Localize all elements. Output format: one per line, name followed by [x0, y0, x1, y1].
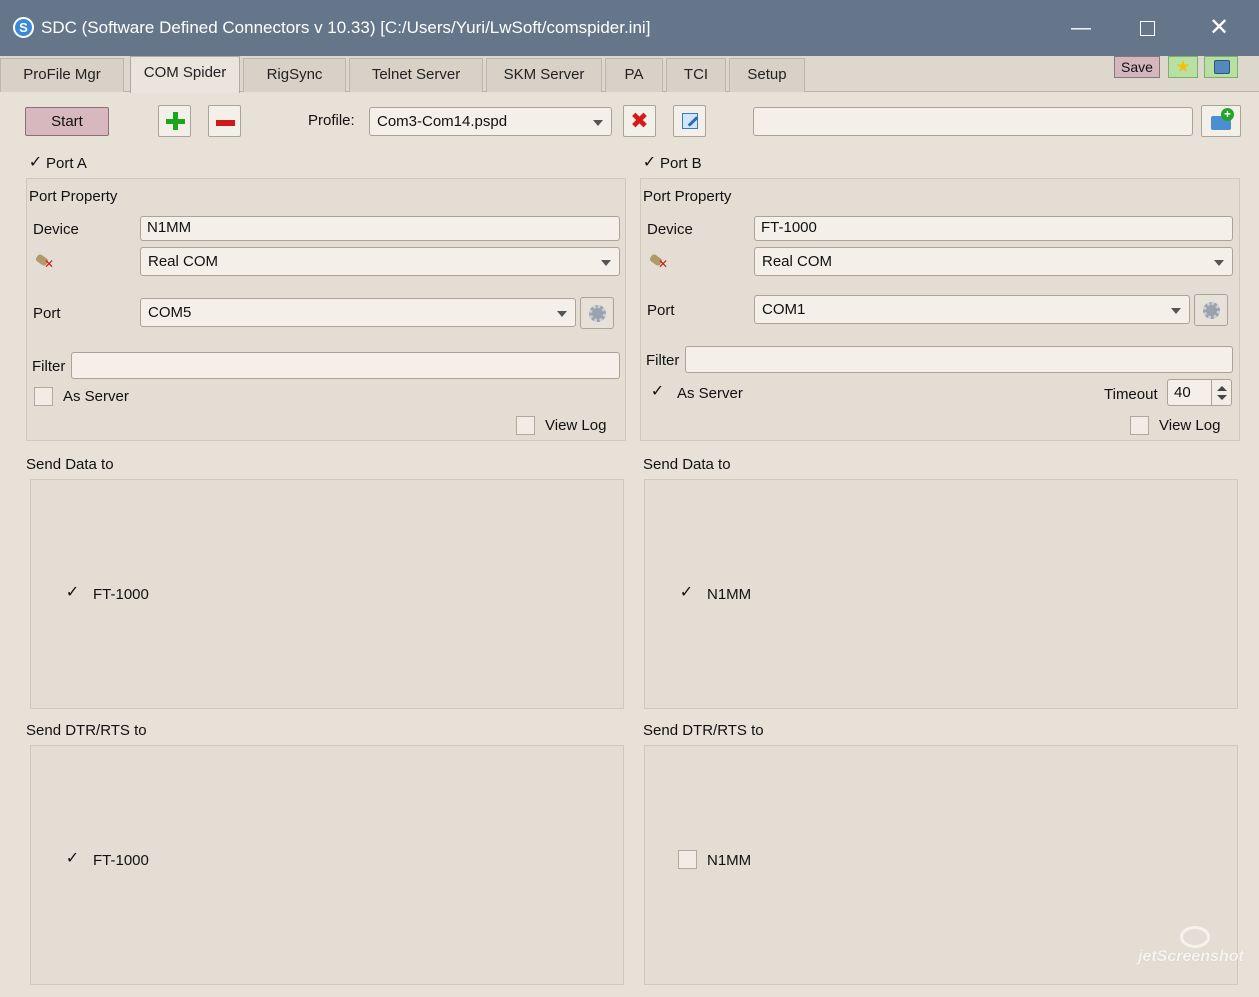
- port-a-port-select[interactable]: COM5: [140, 298, 576, 327]
- port-a-view-log-label: View Log: [545, 417, 607, 434]
- folder-add-icon: [1211, 108, 1234, 130]
- delete-icon: ✖: [630, 108, 649, 133]
- port-b-as-server-label: As Server: [677, 385, 743, 402]
- minimize-button[interactable]: —: [1058, 8, 1104, 48]
- port-b-device-input[interactable]: FT-1000: [754, 216, 1233, 241]
- port-b-port-select[interactable]: COM1: [754, 295, 1190, 324]
- port-a-property-title: Port Property: [29, 188, 118, 205]
- tab-tci[interactable]: TCI: [666, 58, 726, 92]
- port-a-device-label: Device: [33, 221, 79, 238]
- port-a-settings-button[interactable]: [580, 297, 614, 329]
- watermark: jetScreenshot: [1138, 948, 1244, 965]
- path-input[interactable]: [753, 107, 1193, 136]
- favorite-button[interactable]: ★: [1168, 56, 1198, 78]
- port-a-type-value: Real COM: [148, 253, 219, 270]
- tab-rigsync[interactable]: RigSync: [243, 58, 346, 92]
- port-a-filter-label: Filter: [32, 358, 66, 375]
- edit-icon: [682, 113, 698, 129]
- port-b-port-label: Port: [647, 302, 675, 319]
- port-b-view-log-label: View Log: [1159, 417, 1221, 434]
- chevron-down-icon: [557, 310, 567, 317]
- port-b-timeout-spinner[interactable]: [1212, 379, 1232, 406]
- profile-label: Profile:: [308, 112, 355, 129]
- tab-strip: ProFile Mgr COM Spider RigSync Telnet Se…: [0, 56, 1259, 93]
- port-a-send-dtr-title: Send DTR/RTS to: [26, 722, 147, 739]
- port-b-send-data-target: N1MM: [707, 586, 752, 603]
- tab-com-spider[interactable]: COM Spider: [130, 56, 240, 93]
- chevron-down-icon: [1171, 307, 1181, 314]
- port-a-device-input[interactable]: N1MM: [140, 216, 620, 241]
- port-a-send-data-target: FT-1000: [93, 586, 149, 603]
- port-b-as-server-checkbox[interactable]: ✓: [648, 383, 667, 402]
- port-a-send-dtr-checkbox[interactable]: ✓: [63, 850, 82, 869]
- port-a-port-value: COM5: [148, 304, 192, 321]
- port-b-send-data-title: Send Data to: [643, 456, 731, 473]
- port-b-label: Port B: [660, 155, 702, 172]
- title-bar[interactable]: S SDC (Software Defined Connectors v 10.…: [0, 0, 1259, 56]
- port-b-view-log-checkbox[interactable]: [1130, 416, 1149, 435]
- port-a-port-label: Port: [33, 305, 61, 322]
- close-button[interactable]: ✕: [1196, 8, 1242, 48]
- port-b-send-dtr-title: Send DTR/RTS to: [643, 722, 764, 739]
- window-title: SDC (Software Defined Connectors v 10.33…: [41, 18, 651, 37]
- port-a-as-server-label: As Server: [63, 388, 129, 405]
- chevron-down-icon: [593, 119, 603, 126]
- new-folder-button[interactable]: [1201, 105, 1241, 137]
- tab-pa[interactable]: PA: [605, 58, 663, 92]
- port-b-timeout-input[interactable]: 40: [1167, 379, 1212, 406]
- tab-setup[interactable]: Setup: [729, 58, 805, 92]
- edit-profile-button[interactable]: [673, 105, 706, 137]
- start-button[interactable]: Start: [25, 107, 109, 136]
- profile-select-value: Com3-Com14.pspd: [377, 113, 508, 130]
- maximize-button[interactable]: [1124, 8, 1170, 48]
- port-a-view-log-checkbox[interactable]: [516, 416, 535, 435]
- port-b-device-label: Device: [647, 221, 693, 238]
- port-b-filter-label: Filter: [646, 352, 680, 369]
- port-a-as-server-checkbox[interactable]: [34, 387, 53, 406]
- port-b-disconnect-icon: [650, 254, 668, 271]
- gear-icon: [589, 305, 606, 322]
- port-a-filter-input[interactable]: [71, 352, 620, 379]
- tab-telnet-server[interactable]: Telnet Server: [349, 58, 483, 92]
- port-b-timeout-label: Timeout: [1104, 386, 1158, 403]
- tab-profile-mgr[interactable]: ProFile Mgr: [0, 58, 124, 92]
- watermark-logo-icon: [1180, 926, 1210, 948]
- profile-select[interactable]: Com3-Com14.pspd: [369, 107, 612, 136]
- remove-button[interactable]: [208, 105, 241, 137]
- port-a-checkbox[interactable]: ✓: [26, 154, 45, 173]
- tab-skm-server[interactable]: SKM Server: [486, 58, 602, 92]
- port-b-send-dtr-target: N1MM: [707, 852, 752, 869]
- gear-icon: [1203, 302, 1220, 319]
- chevron-down-icon: [601, 259, 611, 266]
- port-a-disconnect-icon: [36, 254, 54, 271]
- chevron-down-icon: [1214, 259, 1224, 266]
- star-icon: ★: [1175, 57, 1191, 76]
- delete-profile-button[interactable]: ✖: [623, 105, 656, 137]
- port-b-send-dtr-checkbox[interactable]: [678, 850, 697, 869]
- port-a-send-data-checkbox[interactable]: ✓: [63, 584, 82, 603]
- port-a-send-data-title: Send Data to: [26, 456, 114, 473]
- save-button[interactable]: Save: [1114, 56, 1160, 78]
- port-a-type-select[interactable]: Real COM: [140, 247, 620, 276]
- port-b-property-title: Port Property: [643, 188, 732, 205]
- port-a-send-dtr-target: FT-1000: [93, 852, 149, 869]
- add-button[interactable]: [158, 105, 191, 137]
- help-button[interactable]: [1204, 56, 1238, 78]
- app-logo-icon: S: [13, 17, 34, 38]
- port-a-label: Port A: [46, 155, 87, 172]
- maximize-icon: [1139, 21, 1155, 37]
- port-b-send-data-checkbox[interactable]: ✓: [677, 584, 696, 603]
- book-icon: [1214, 60, 1230, 74]
- port-b-settings-button[interactable]: [1194, 294, 1228, 326]
- port-b-filter-input[interactable]: [685, 346, 1233, 373]
- port-b-checkbox[interactable]: ✓: [640, 154, 659, 173]
- port-b-port-value: COM1: [762, 301, 806, 318]
- port-b-type-select[interactable]: Real COM: [754, 247, 1233, 276]
- port-b-type-value: Real COM: [762, 253, 833, 270]
